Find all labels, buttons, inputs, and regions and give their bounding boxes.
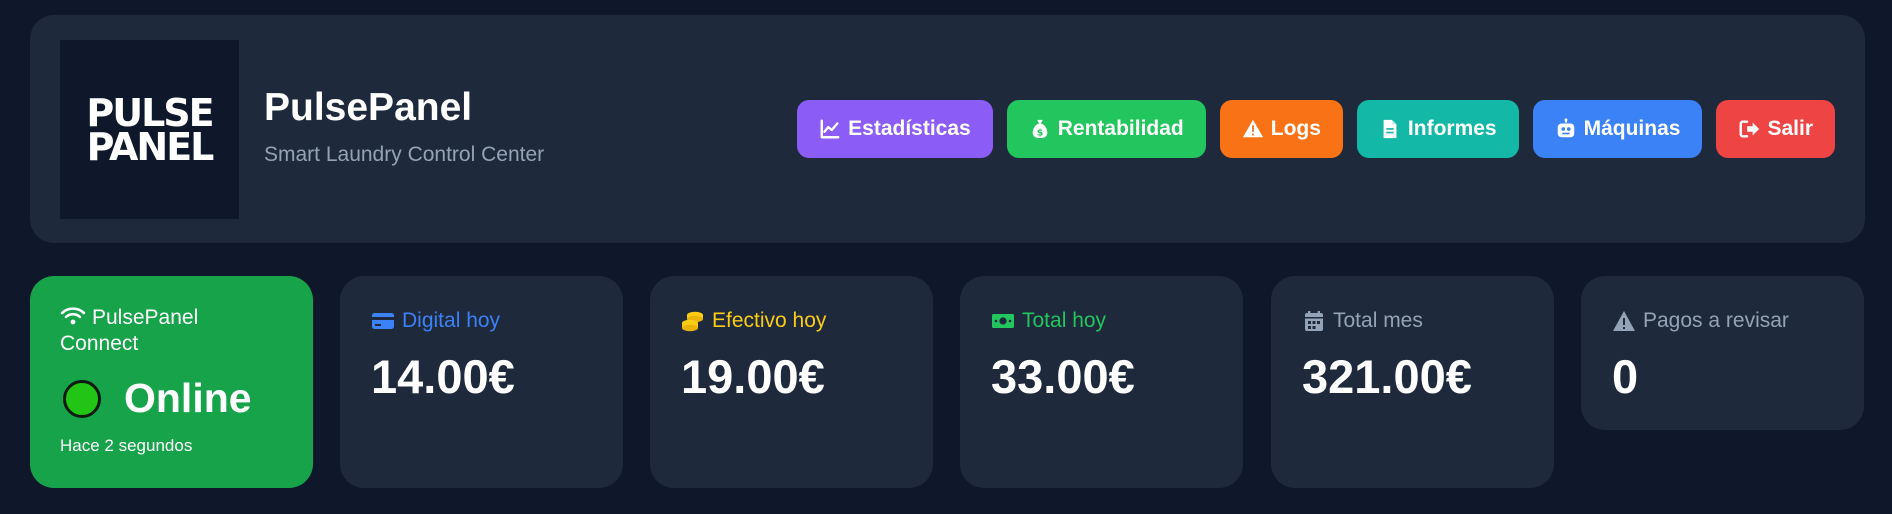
stat-label-row: Efectivo hoy: [681, 308, 826, 334]
svg-text:$: $: [1037, 127, 1043, 138]
maquinas-label: Máquinas: [1583, 117, 1681, 140]
document-icon: [1379, 118, 1401, 140]
stat-card-total-mes: Total mes 321.00€: [1271, 276, 1554, 488]
stat-value: 33.00€: [991, 350, 1135, 403]
connection-status: Online: [124, 375, 252, 421]
stat-card-digital: Digital hoy 14.00€: [340, 276, 623, 488]
salir-label: Salir: [1767, 117, 1813, 140]
stat-label: Total hoy: [1022, 309, 1107, 332]
wifi-icon: [60, 306, 92, 329]
chart-line-icon: [819, 118, 841, 140]
warning-icon: [1242, 118, 1264, 140]
stat-label: Digital hoy: [402, 309, 501, 332]
pulsepanel-logo: PULSE PANEL: [60, 40, 239, 219]
calendar-icon: [1302, 310, 1326, 332]
stat-label-row: Total mes: [1302, 308, 1423, 334]
connection-last-seen: Hace 2 segundos: [60, 436, 193, 455]
rentabilidad-button[interactable]: $ Rentabilidad: [1006, 100, 1206, 158]
connection-card: PulsePanel Connect Online Hace 2 segundo…: [30, 276, 313, 488]
money-bag-icon: $: [1029, 118, 1051, 140]
estadisticas-button[interactable]: Estadísticas: [797, 100, 993, 158]
stat-label-row: Pagos a revisar: [1612, 308, 1789, 334]
salir-button[interactable]: Salir: [1716, 100, 1835, 158]
informes-label: Informes: [1407, 117, 1497, 140]
app-title: PulsePanel: [264, 86, 473, 129]
connection-label-row: PulsePanel Connect: [60, 305, 280, 357]
rentabilidad-label: Rentabilidad: [1057, 117, 1184, 140]
credit-card-icon: [371, 310, 395, 332]
logo-line-2: PANEL: [86, 124, 215, 169]
stat-label: Efectivo hoy: [712, 309, 827, 332]
estadisticas-label: Estadísticas: [848, 117, 971, 140]
warning-icon: [1612, 310, 1636, 332]
app-subtitle: Smart Laundry Control Center: [264, 143, 545, 166]
robot-icon: [1555, 118, 1577, 140]
stat-value: 0: [1612, 350, 1639, 403]
stat-card-pagos-revisar: Pagos a revisar 0: [1581, 276, 1864, 430]
stat-value: 321.00€: [1302, 350, 1472, 403]
logout-icon: [1738, 118, 1760, 140]
logs-label: Logs: [1270, 117, 1321, 140]
stat-label: Total mes: [1333, 309, 1423, 332]
stat-label: Pagos a revisar: [1643, 309, 1789, 332]
stat-label-row: Digital hoy: [371, 308, 500, 334]
main-nav: Estadísticas $ Rentabilidad Logs Informe…: [797, 100, 1835, 158]
informes-button[interactable]: Informes: [1356, 100, 1519, 158]
coins-icon: [681, 310, 705, 332]
header-panel: PULSE PANEL PulsePanel Smart Laundry Con…: [30, 15, 1865, 243]
stat-label-row: Total hoy: [991, 308, 1106, 334]
banknote-icon: [991, 310, 1015, 332]
stat-value: 14.00€: [371, 350, 515, 403]
logs-button[interactable]: Logs: [1219, 100, 1343, 158]
stat-card-efectivo: Efectivo hoy 19.00€: [650, 276, 933, 488]
status-indicator-dot: [63, 380, 101, 418]
maquinas-button[interactable]: Máquinas: [1532, 100, 1703, 158]
stat-card-total-hoy: Total hoy 33.00€: [960, 276, 1243, 488]
stat-value: 19.00€: [681, 350, 825, 403]
